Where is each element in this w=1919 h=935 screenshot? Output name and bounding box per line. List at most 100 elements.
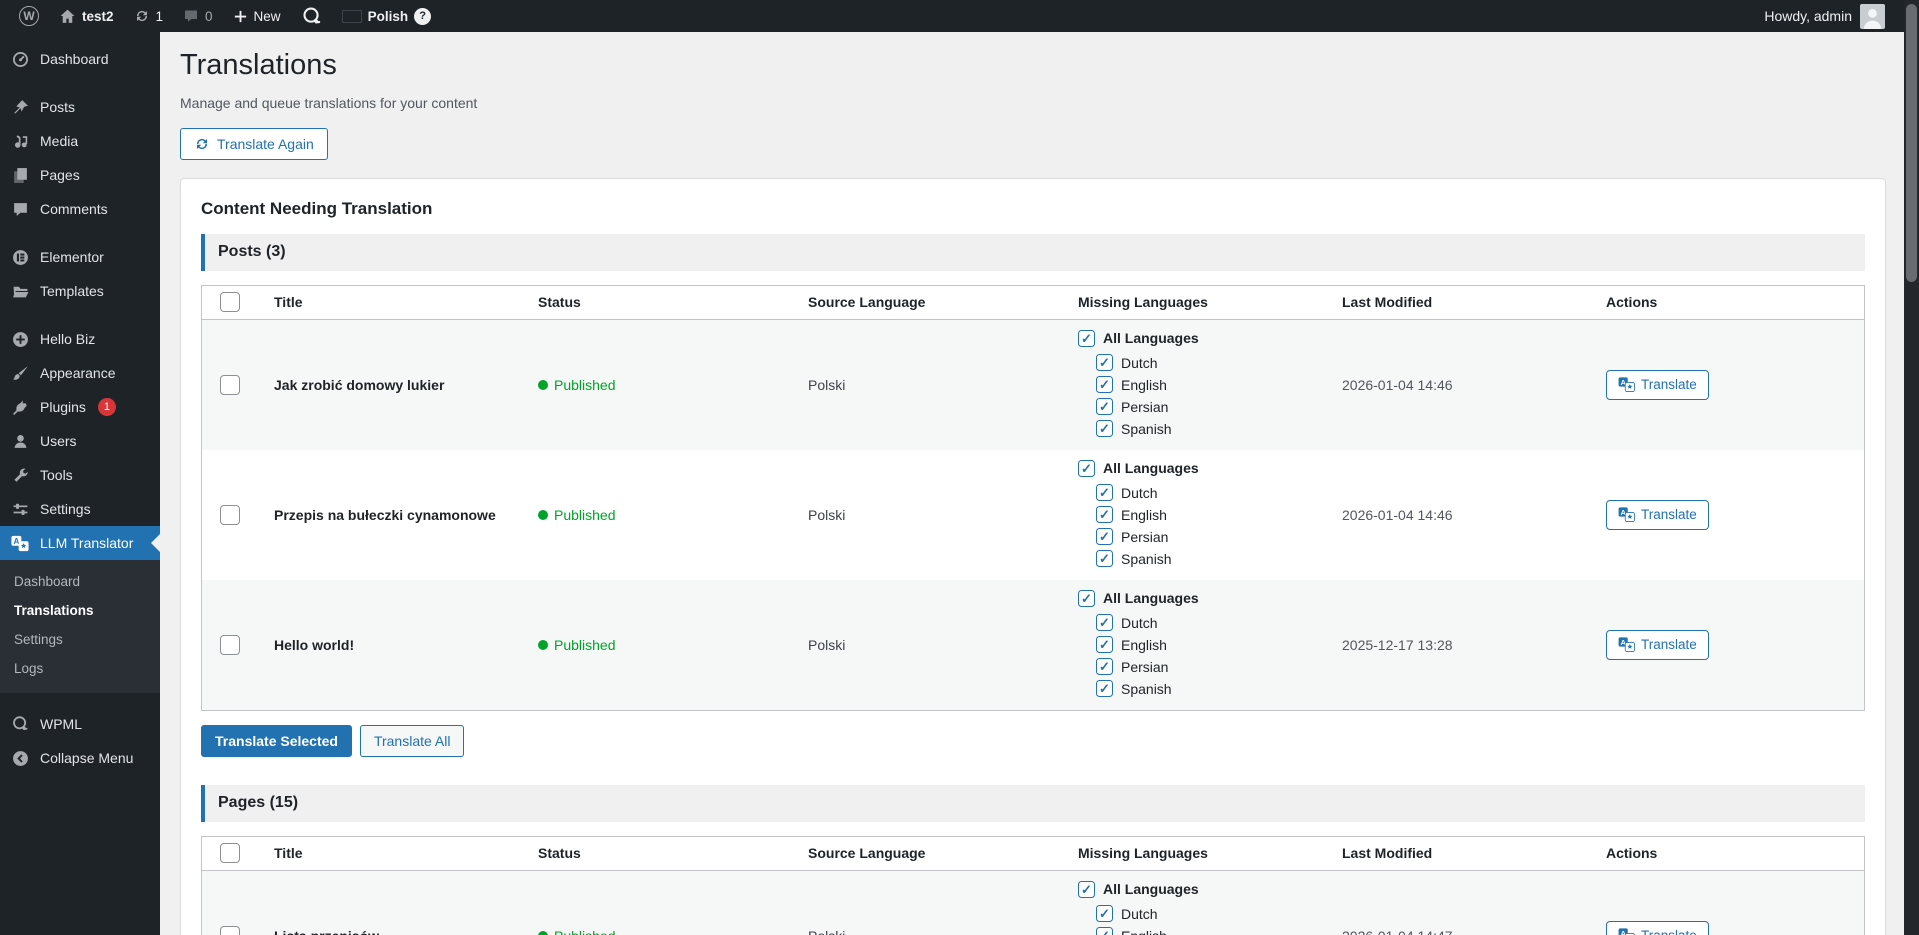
comments-link[interactable]: 0 [174, 0, 222, 32]
language-checkbox[interactable] [1096, 614, 1113, 631]
refresh-icon [194, 136, 210, 152]
sidebar-item-label: Elementor [40, 249, 104, 265]
translate-selected-button[interactable]: Translate Selected [201, 725, 352, 757]
row-checkbox[interactable] [220, 505, 240, 525]
translate-icon: A [10, 535, 30, 552]
howdy-text[interactable]: Howdy, admin [1764, 8, 1852, 24]
row-checkbox[interactable] [220, 375, 240, 395]
language-checkbox[interactable] [1096, 528, 1113, 545]
status-dot [538, 380, 548, 390]
all-languages-label: All Languages [1103, 330, 1199, 346]
language-checkbox[interactable] [1096, 550, 1113, 567]
sidebar-item-llm-translator[interactable]: A LLM Translator [0, 526, 160, 560]
wpml-adminbar-menu[interactable] [292, 0, 331, 32]
wordpress-menu[interactable]: W [10, 0, 48, 32]
scrollbar-thumb[interactable] [1906, 4, 1917, 282]
sidebar-item-templates[interactable]: Templates [0, 274, 160, 308]
new-content-menu[interactable]: New [224, 0, 290, 32]
language-checkbox[interactable] [1096, 420, 1113, 437]
comment-icon [10, 201, 30, 218]
all-languages-checkbox[interactable] [1078, 460, 1095, 477]
sidebar-item-collapse-menu[interactable]: Collapse Menu [0, 741, 160, 775]
source-language: Polski [808, 928, 845, 935]
translate-all-button[interactable]: Translate All [360, 725, 465, 757]
site-name: test2 [82, 9, 114, 24]
updates-link[interactable]: 1 [125, 0, 173, 32]
column-header-status: Status [530, 286, 800, 319]
avatar[interactable] [1860, 4, 1885, 29]
brush-icon [10, 365, 30, 382]
column-header-actions: Actions [1598, 286, 1864, 319]
all-languages-checkbox[interactable] [1078, 330, 1095, 347]
status-dot [538, 510, 548, 520]
sidebar-item-label: Comments [40, 201, 108, 217]
user-icon [10, 433, 30, 450]
sidebar-item-label: Hello Biz [40, 331, 95, 347]
column-header-last-modified: Last Modified [1334, 837, 1598, 870]
sliders-icon [10, 501, 30, 518]
site-name-link[interactable]: test2 [50, 0, 123, 32]
last-modified: 2026-01-04 14:47 [1342, 928, 1453, 935]
table-row: Jak zrobić domowy lukier Published Polsk… [202, 320, 1864, 450]
wordpress-logo-icon: W [19, 6, 39, 26]
language-checkbox[interactable] [1096, 658, 1113, 675]
sidebar-item-dashboard[interactable]: Dashboard [0, 42, 160, 76]
translate-again-button[interactable]: Translate Again [180, 128, 328, 160]
table-row: Lista przepisów Published Polski All Lan… [202, 871, 1864, 935]
help-icon[interactable]: ? [414, 8, 431, 25]
submenu-item-settings[interactable]: Settings [0, 625, 160, 654]
sidebar-item-wpml[interactable]: WPML [0, 707, 160, 741]
language-checkbox[interactable] [1096, 484, 1113, 501]
submenu-item-translations[interactable]: Translations [0, 596, 160, 625]
all-languages-checkbox[interactable] [1078, 590, 1095, 607]
status-badge: Published [554, 507, 616, 523]
sidebar-item-posts[interactable]: Posts [0, 90, 160, 124]
translate-row-button[interactable]: A Translate [1606, 500, 1709, 530]
page-title-cell: Lista przepisów [274, 928, 379, 935]
language-checkbox[interactable] [1096, 927, 1113, 935]
language-checkbox[interactable] [1096, 354, 1113, 371]
pages-table: Title Status Source Language Missing Lan… [201, 836, 1865, 935]
updates-icon [134, 8, 150, 24]
language-switcher[interactable]: Polish ? [333, 0, 441, 32]
source-language: Polski [808, 507, 845, 523]
language-checkbox[interactable] [1096, 680, 1113, 697]
sidebar-item-settings[interactable]: Settings [0, 492, 160, 526]
sidebar-item-pages[interactable]: Pages [0, 158, 160, 192]
row-checkbox[interactable] [220, 635, 240, 655]
translate-row-button[interactable]: A Translate [1606, 630, 1709, 660]
language-label: Spanish [1121, 551, 1172, 567]
sidebar-item-appearance[interactable]: Appearance [0, 356, 160, 390]
sidebar-item-hello-biz[interactable]: Hello Biz [0, 322, 160, 356]
sidebar-item-comments[interactable]: Comments [0, 192, 160, 226]
language-label: Persian [1121, 529, 1168, 545]
submenu-item-dashboard[interactable]: Dashboard [0, 567, 160, 596]
row-checkbox[interactable] [220, 926, 240, 935]
admin-bar-left: W test2 1 0 New Polish ? [10, 0, 440, 32]
page-scrollbar[interactable] [1904, 0, 1919, 935]
all-languages-label: All Languages [1103, 460, 1199, 476]
language-checkbox[interactable] [1096, 636, 1113, 653]
language-checkbox[interactable] [1096, 398, 1113, 415]
language-label: English [1121, 507, 1167, 523]
language-checkbox[interactable] [1096, 376, 1113, 393]
sidebar-item-elementor[interactable]: Elementor [0, 240, 160, 274]
sidebar-item-label: Settings [40, 501, 91, 517]
select-all-checkbox[interactable] [220, 843, 240, 863]
wpml-icon [10, 715, 30, 733]
select-all-checkbox[interactable] [220, 292, 240, 312]
language-checkbox[interactable] [1096, 506, 1113, 523]
language-checkbox[interactable] [1096, 905, 1113, 922]
all-languages-checkbox[interactable] [1078, 881, 1095, 898]
sidebar-item-plugins[interactable]: Plugins 1 [0, 390, 160, 424]
elementor-icon [10, 249, 30, 266]
post-title: Hello world! [274, 637, 354, 653]
submenu-item-logs[interactable]: Logs [0, 654, 160, 683]
sidebar-item-users[interactable]: Users [0, 424, 160, 458]
translate-button-label: Translate [1641, 928, 1697, 935]
sidebar-item-tools[interactable]: Tools [0, 458, 160, 492]
translate-row-button[interactable]: A Translate [1606, 921, 1709, 935]
translate-row-button[interactable]: A Translate [1606, 370, 1709, 400]
sidebar-item-media[interactable]: Media [0, 124, 160, 158]
translate-again-label: Translate Again [217, 136, 314, 152]
